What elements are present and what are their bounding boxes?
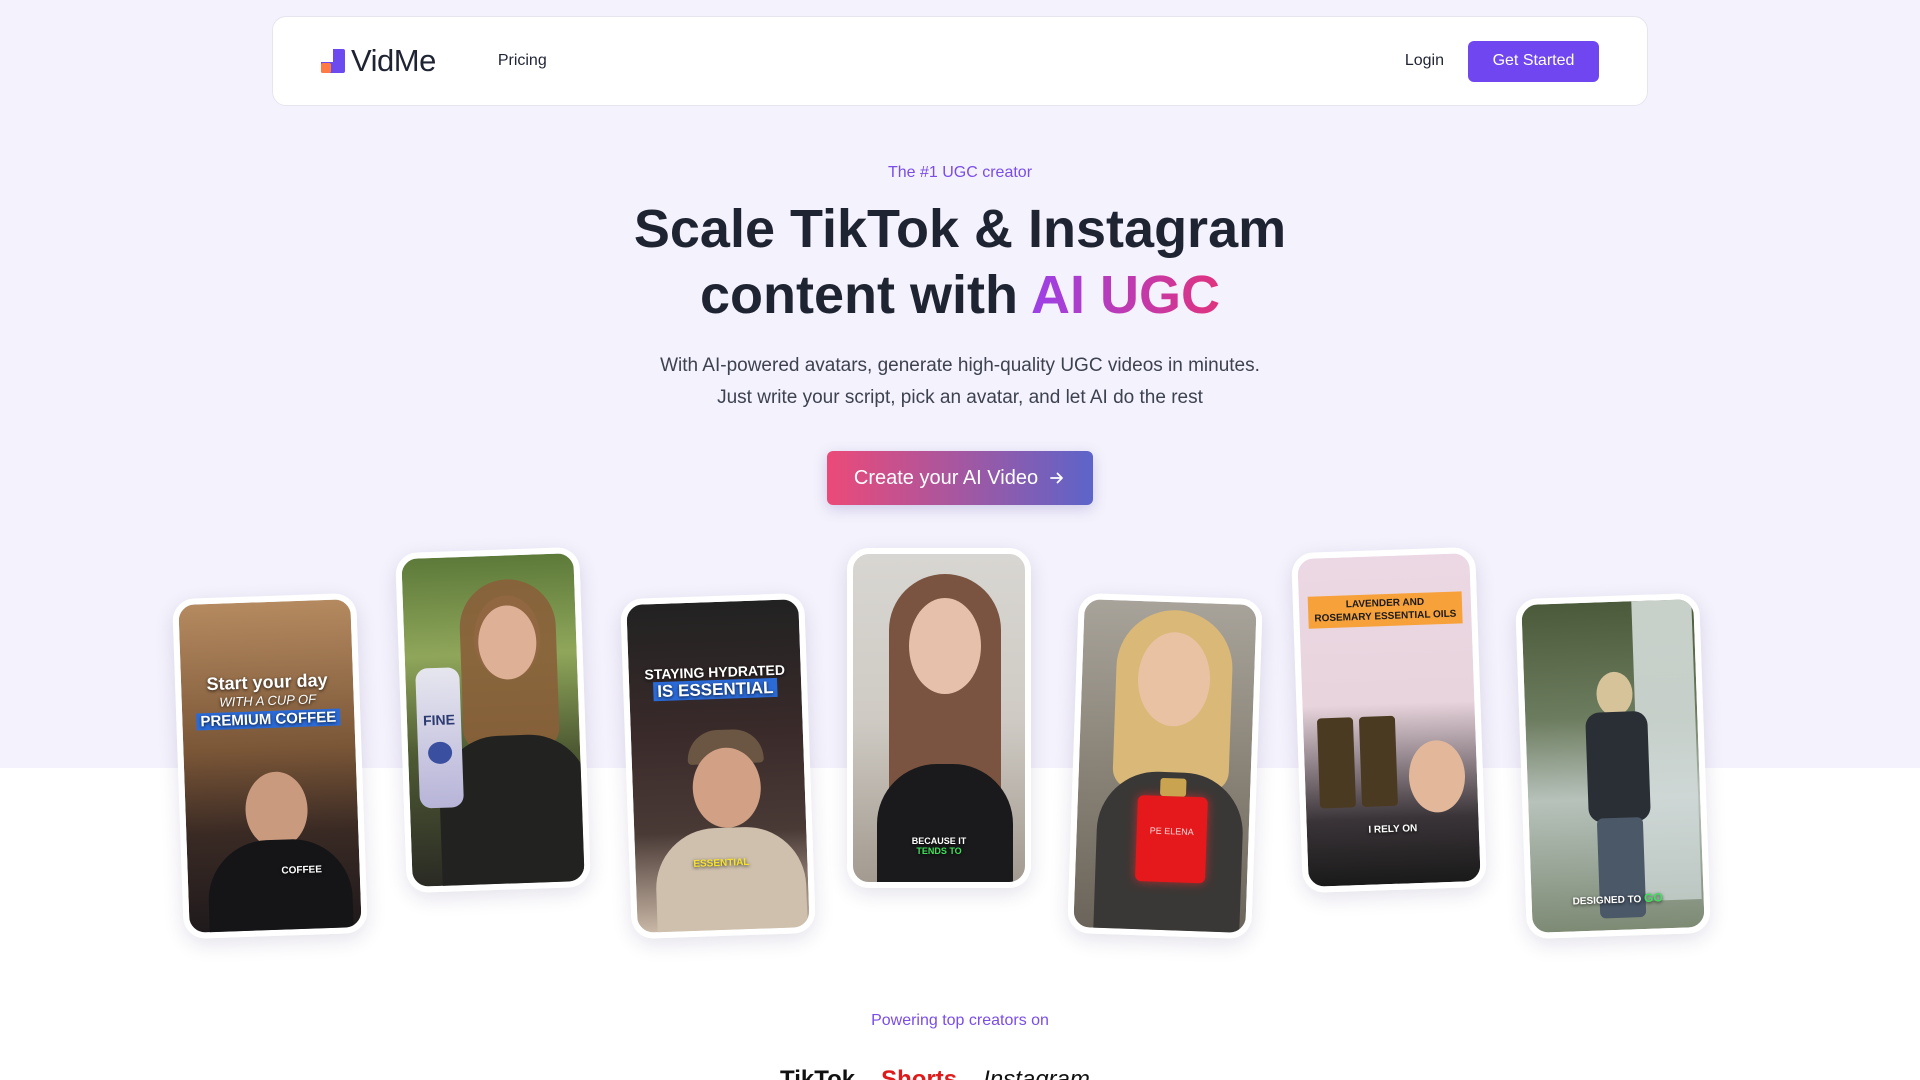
headline-line-1: Scale TikTok & Instagram: [633, 199, 1287, 259]
headline-line-2: content with AI UGC: [0, 262, 1920, 328]
hero-subtitle: With AI-powered avatars, generate high-q…: [0, 350, 1920, 414]
platform-tiktok: TikTok: [780, 1066, 856, 1080]
video-card-talking[interactable]: BECAUSE IT TENDS TO: [847, 548, 1031, 888]
logo[interactable]: VidMe: [321, 43, 436, 79]
card-subtitle: I RELY ON: [1368, 823, 1418, 836]
create-video-button[interactable]: Create your AI Video: [827, 451, 1093, 505]
get-started-button[interactable]: Get Started: [1468, 40, 1599, 82]
avatar-body: [206, 837, 355, 940]
video-card-water[interactable]: FINE: [395, 546, 591, 894]
card-caption: STAYING HYDRATED IS ESSENTIAL: [644, 661, 786, 702]
avatar-body: [654, 825, 809, 940]
arrow-right-icon: [1050, 472, 1063, 484]
video-card-perfume[interactable]: PE ELENA: [1067, 592, 1263, 940]
nav-actions: Login Get Started: [1405, 40, 1599, 82]
avatar-backpack: [1585, 710, 1651, 823]
oil-bottle-2: [1358, 715, 1398, 807]
video-card-coffee[interactable]: Start your day WITH A CUP OF PREMIUM COF…: [172, 592, 368, 940]
navbar: VidMe Pricing Login Get Started: [272, 16, 1648, 106]
headline-plain: content with: [700, 265, 1031, 325]
avatar-head: [1595, 671, 1634, 717]
avatar-body: [877, 764, 1013, 882]
video-card-oils[interactable]: LAVENDER AND ROSEMARY ESSENTIAL OILS I RE…: [1291, 546, 1487, 894]
cta-label: Create your AI Video: [853, 466, 1039, 489]
card-caption: Start your day WITH A CUP OF PREMIUM COF…: [181, 669, 355, 732]
hero-headline: Scale TikTok & Instagram content with AI…: [0, 196, 1920, 328]
hero-eyebrow: The #1 UGC creator: [887, 164, 1033, 181]
avatar-head: [1407, 739, 1467, 814]
login-link[interactable]: Login: [1405, 52, 1444, 70]
platform-logos: TikTok Shorts Instagram: [780, 1066, 1090, 1080]
avatar-head: [244, 770, 309, 849]
nav-pricing-link[interactable]: Pricing: [498, 52, 547, 70]
logo-icon: [321, 49, 345, 73]
card-caption: LAVENDER AND ROSEMARY ESSENTIAL OILS: [1299, 591, 1472, 629]
powering-label: Powering top creators on: [871, 1012, 1049, 1029]
platform-shorts: Shorts: [881, 1066, 958, 1080]
product-bottle: FINE: [415, 667, 465, 809]
avatar-head: [909, 598, 981, 694]
platform-instagram: Instagram: [983, 1066, 1090, 1080]
subtitle-line-1: With AI-powered avatars, generate high-q…: [660, 355, 1260, 376]
card-subtitle: BECAUSE IT TENDS TO: [911, 836, 967, 856]
logo-text: VidMe: [351, 43, 436, 78]
product-perfume: PE ELENA: [1134, 777, 1208, 884]
oil-bottle-1: [1316, 717, 1357, 809]
video-card-hiking[interactable]: DESIGNED TO GO: [1515, 592, 1711, 940]
video-card-hydrated[interactable]: STAYING HYDRATED IS ESSENTIAL ESSENTIAL: [620, 592, 816, 940]
subtitle-line-2: Just write your script, pick an avatar, …: [717, 387, 1203, 408]
card-subtitle: DESIGNED TO GO: [1572, 890, 1663, 908]
headline-accent: AI UGC: [1030, 265, 1220, 325]
